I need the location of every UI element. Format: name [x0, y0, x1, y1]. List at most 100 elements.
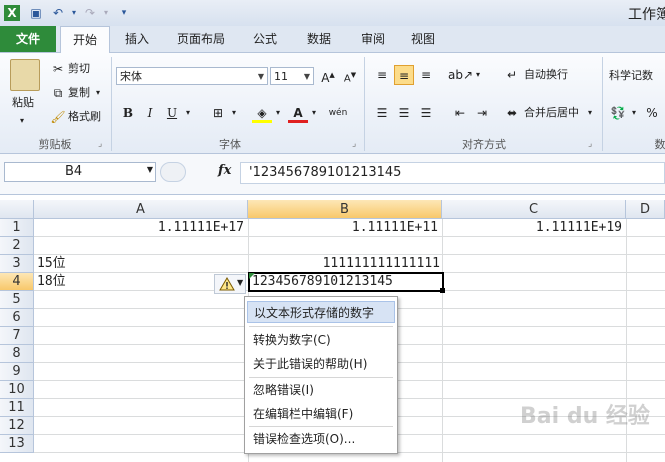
column-header-c[interactable]: C — [442, 200, 626, 219]
menu-item-help-on-error[interactable]: 关于此错误的帮助(H) — [247, 353, 395, 375]
column-header-b[interactable]: B — [248, 200, 442, 219]
row-header-9[interactable]: 9 — [0, 363, 34, 381]
cell-b3[interactable]: 111111111111111 — [250, 255, 440, 273]
row-header-8[interactable]: 8 — [0, 345, 34, 363]
chevron-down-icon[interactable]: ▼ — [147, 165, 153, 174]
error-smart-tag[interactable]: ▼ — [214, 274, 246, 294]
fill-color-icon[interactable]: ◈ — [252, 103, 272, 123]
name-box[interactable]: B4 ▼ — [4, 162, 156, 182]
menu-item-edit-in-formula-bar[interactable]: 在编辑栏中编辑(F) — [247, 403, 395, 425]
number-format-combo[interactable]: 科学记数 — [606, 67, 665, 85]
italic-button[interactable]: I — [140, 103, 160, 123]
error-indicator-icon — [249, 273, 255, 279]
increase-indent-icon[interactable]: ⇥ — [472, 103, 492, 123]
select-all-corner[interactable] — [0, 200, 34, 219]
row-header-4[interactable]: 4 — [0, 273, 34, 291]
alignment-launcher-icon[interactable]: ⌟ — [588, 139, 592, 149]
cell-c1[interactable]: 1.11111E+19 — [444, 219, 622, 237]
percent-button[interactable]: % — [642, 103, 662, 123]
row-header-10[interactable]: 10 — [0, 381, 34, 399]
clipboard-launcher-icon[interactable]: ⌟ — [98, 139, 102, 149]
row-header-3[interactable]: 3 — [0, 255, 34, 273]
cell-a3[interactable]: 15位 — [37, 255, 217, 273]
align-center-icon[interactable]: ☰ — [394, 103, 414, 123]
bold-button[interactable]: B — [118, 103, 138, 123]
paste-dropdown-icon[interactable]: ▾ — [20, 113, 24, 129]
redo-dropdown-icon[interactable]: ▾ — [98, 5, 114, 21]
tab-review[interactable]: 审阅 — [350, 26, 396, 52]
tab-formulas[interactable]: 公式 — [242, 26, 288, 52]
column-header-d[interactable]: D — [626, 200, 665, 219]
tab-home[interactable]: 开始 — [60, 26, 110, 53]
underline-dropdown-icon[interactable]: ▾ — [182, 103, 194, 123]
cell-a1[interactable]: 1.11111E+17 — [36, 219, 244, 237]
cut-button[interactable]: 剪切 — [68, 61, 90, 77]
row-header-12[interactable]: 12 — [0, 417, 34, 435]
accounting-dropdown-icon[interactable]: ▾ — [628, 103, 640, 123]
menu-item-error-checking-options[interactable]: 错误检查选项(O)... — [247, 428, 395, 450]
row-header-1[interactable]: 1 — [0, 219, 34, 237]
font-name-combo[interactable]: 宋体 ▼ — [116, 67, 268, 85]
font-color-dropdown-icon[interactable]: ▾ — [308, 103, 320, 123]
row-header-7[interactable]: 7 — [0, 327, 34, 345]
fill-handle[interactable] — [440, 288, 445, 293]
number-format-value: 科学记数 — [609, 69, 653, 82]
row-header-6[interactable]: 6 — [0, 309, 34, 327]
borders-icon[interactable]: ⊞ — [208, 103, 228, 123]
align-right-icon[interactable]: ☰ — [416, 103, 436, 123]
copy-dropdown-icon[interactable]: ▾ — [96, 85, 100, 101]
menu-item-convert-to-number[interactable]: 转换为数字(C) — [247, 329, 395, 351]
decrease-indent-icon[interactable]: ⇤ — [450, 103, 470, 123]
tab-data[interactable]: 数据 — [296, 26, 342, 52]
merge-center-button[interactable]: 合并后居中 — [524, 105, 579, 121]
merge-dropdown-icon[interactable]: ▾ — [588, 105, 592, 121]
align-left-icon[interactable]: ☰ — [372, 103, 392, 123]
grow-font-icon[interactable]: A▲ — [318, 65, 338, 85]
accounting-format-icon[interactable]: 💱 — [608, 103, 628, 123]
fill-color-dropdown-icon[interactable]: ▾ — [272, 103, 284, 123]
menu-item-number-stored-as-text[interactable]: 以文本形式存储的数字 — [247, 301, 395, 323]
tab-view[interactable]: 视图 — [400, 26, 446, 52]
cell-b4-selected[interactable]: 123456789101213145 — [248, 272, 444, 292]
formula-bar-grip[interactable] — [160, 162, 186, 182]
insert-function-button[interactable]: fx — [218, 163, 231, 178]
cell-b1[interactable]: 1.11111E+11 — [250, 219, 438, 237]
formula-bar: B4 ▼ fx '123456789101213145 — [0, 154, 665, 195]
copy-icon: ⧉ — [53, 86, 63, 100]
row-header-13[interactable]: 13 — [0, 435, 34, 453]
alignment-group-label: 对齐方式 — [462, 138, 506, 151]
wrap-text-button[interactable]: 自动换行 — [524, 67, 568, 83]
redo-icon[interactable]: ↷ — [82, 5, 98, 21]
wrap-text-icon: ↵ — [506, 68, 518, 82]
customize-toolbar-icon[interactable]: ▾ — [116, 5, 132, 21]
align-bottom-icon[interactable]: ≡ — [416, 65, 436, 85]
tab-page-layout[interactable]: 页面布局 — [168, 26, 234, 52]
save-icon[interactable]: ▣ — [28, 5, 44, 21]
copy-button[interactable]: 复制 — [68, 85, 90, 101]
font-launcher-icon[interactable]: ⌟ — [352, 139, 356, 149]
paste-icon[interactable] — [10, 59, 40, 91]
paste-button[interactable]: 粘贴 — [12, 95, 34, 111]
row-header-2[interactable]: 2 — [0, 237, 34, 255]
shrink-font-icon[interactable]: A▼ — [340, 65, 360, 85]
menu-item-ignore-error[interactable]: 忽略错误(I) — [247, 379, 395, 401]
align-middle-icon[interactable]: ≡ — [394, 65, 414, 85]
underline-button[interactable]: U — [162, 103, 182, 123]
font-size-combo[interactable]: 11 ▼ — [270, 67, 314, 85]
align-top-icon[interactable]: ≡ — [372, 65, 392, 85]
orientation-dropdown-icon[interactable]: ▾ — [472, 65, 484, 85]
orientation-icon[interactable]: ab↗ — [448, 65, 473, 85]
cell-a4[interactable]: 18位 — [37, 273, 207, 291]
column-header-a[interactable]: A — [34, 200, 248, 219]
undo-icon[interactable]: ↶ — [50, 5, 66, 21]
borders-dropdown-icon[interactable]: ▾ — [228, 103, 240, 123]
row-header-11[interactable]: 11 — [0, 399, 34, 417]
phonetic-guide-icon[interactable]: wén — [328, 103, 348, 123]
format-painter-button[interactable]: 格式刷 — [68, 109, 101, 125]
font-color-icon[interactable]: A — [288, 103, 308, 123]
formula-input[interactable]: '123456789101213145 — [240, 162, 665, 184]
undo-dropdown-icon[interactable]: ▾ — [66, 5, 82, 21]
tab-insert[interactable]: 插入 — [114, 26, 160, 52]
tab-file[interactable]: 文件 — [0, 26, 56, 52]
row-header-5[interactable]: 5 — [0, 291, 34, 309]
